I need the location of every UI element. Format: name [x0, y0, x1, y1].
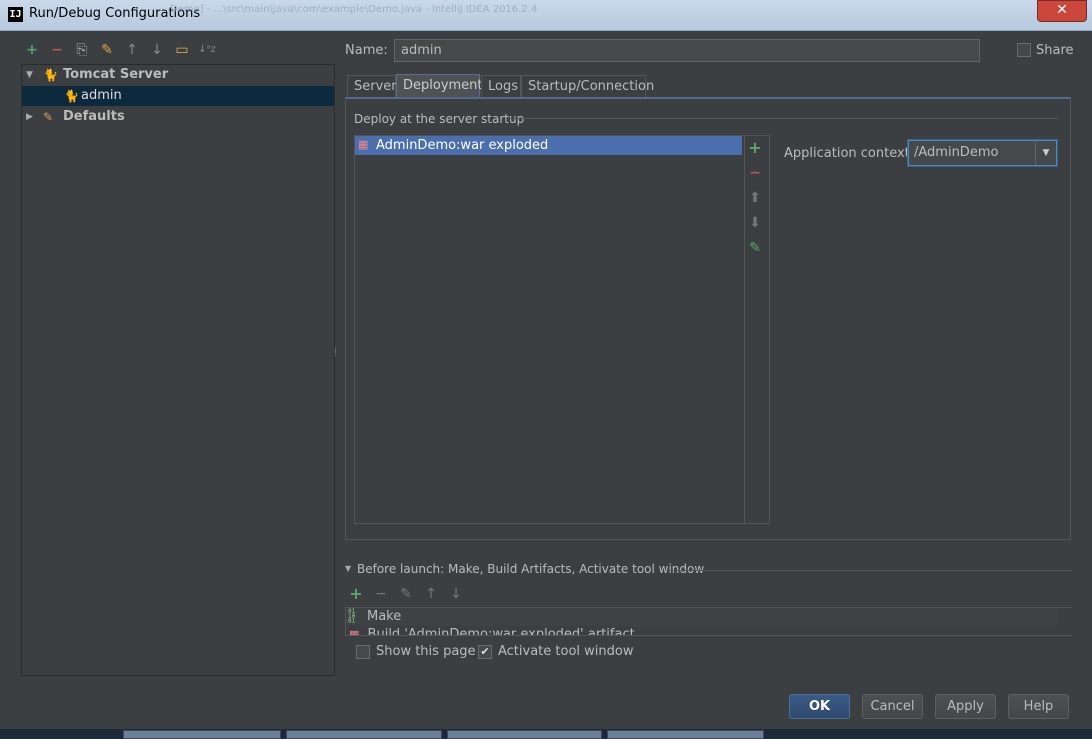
arrow-down-icon: ↓: [450, 586, 462, 602]
add-artifact-button[interactable]: +: [745, 138, 765, 158]
plus-icon: +: [349, 584, 363, 603]
edit-artifact-button[interactable]: ✎: [745, 238, 765, 258]
application-context-label: Application context:: [784, 146, 915, 161]
section-divider: [508, 118, 1058, 119]
tab-startup-connection[interactable]: Startup/Connection: [521, 75, 654, 97]
pencil-icon: ✎: [400, 586, 412, 602]
arrow-up-icon: ⬆: [749, 190, 761, 206]
application-context-combobox[interactable]: /AdminDemo ▼: [908, 140, 1057, 166]
collapse-arrow-icon[interactable]: ▶: [26, 107, 33, 127]
close-window-button[interactable]: ✕: [1037, 0, 1087, 22]
tab-deployment[interactable]: Deployment: [396, 74, 483, 97]
list-item-build-artifact[interactable]: ▦ Build 'AdminDemo:war exploded' artifac…: [349, 627, 649, 635]
list-item-artifact[interactable]: ▦ AdminDemo:war exploded: [355, 136, 742, 155]
edit-task-button[interactable]: ✎: [397, 585, 415, 603]
move-up-button[interactable]: ↑: [123, 41, 141, 59]
ok-button[interactable]: OK: [789, 694, 850, 719]
before-launch-title[interactable]: Before launch: Make, Build Artifacts, Ac…: [357, 562, 704, 576]
name-label: Name:: [345, 43, 388, 58]
war-artifact-icon: ▦: [349, 628, 360, 635]
add-task-button[interactable]: +: [347, 585, 365, 603]
arrow-up-icon: ↑: [425, 586, 437, 602]
task-label: Build 'AdminDemo:war exploded' artifact: [367, 627, 635, 635]
minus-icon: −: [749, 165, 761, 181]
deploy-section-title: Deploy at the server startup: [354, 112, 525, 126]
move-artifact-down-button[interactable]: ⬇: [745, 213, 765, 233]
artifact-list[interactable]: [354, 135, 745, 524]
sort-button[interactable]: ↓ᵃz: [198, 41, 216, 59]
make-icon: 01 10 01: [348, 608, 356, 625]
plus-icon: +: [748, 138, 762, 157]
folder-icon: ▭: [175, 42, 189, 58]
activate-tool-window-label: Activate tool window: [498, 644, 634, 659]
arrow-down-icon: ↓: [151, 42, 163, 58]
name-input[interactable]: [394, 39, 980, 62]
plus-icon: +: [26, 42, 38, 58]
create-folder-button[interactable]: ▭: [173, 41, 191, 59]
taskbar-item[interactable]: [607, 730, 764, 739]
copy-configuration-button[interactable]: ⎘: [73, 41, 91, 59]
task-label: Make: [367, 609, 402, 624]
pencil-icon: ✎: [749, 240, 761, 256]
wrench-icon: ✎: [101, 42, 113, 58]
application-context-value[interactable]: /AdminDemo: [914, 141, 998, 165]
arrow-down-icon: ⬇: [749, 215, 761, 231]
list-item-make[interactable]: 01 10 01 Make: [346, 608, 1058, 626]
move-artifact-up-button[interactable]: ⬆: [745, 188, 765, 208]
remove-task-button[interactable]: −: [372, 585, 390, 603]
tomcat-icon: 🐈: [43, 68, 58, 82]
activate-tool-window-checkbox[interactable]: ✔: [478, 645, 492, 659]
show-this-page-checkbox[interactable]: [356, 645, 370, 659]
intellij-app-icon: IJ: [8, 7, 23, 22]
cancel-button[interactable]: Cancel: [862, 694, 923, 719]
show-this-page-label: Show this page: [376, 644, 476, 659]
move-down-button[interactable]: ↓: [148, 41, 166, 59]
taskbar-item[interactable]: [123, 730, 281, 739]
title-bar: IJ Run/Debug Configurations Demo] - ...\…: [0, 0, 1092, 31]
copy-icon: ⎘: [76, 42, 88, 58]
splitter-handle[interactable]: ⁞ ⁞: [334, 346, 338, 364]
tree-item-defaults[interactable]: ▶ ✎ Defaults: [22, 107, 334, 127]
move-task-up-button[interactable]: ↑: [422, 585, 440, 603]
tree-item-label: admin: [81, 88, 122, 103]
tree-item-label: Defaults: [63, 109, 125, 124]
tab-server[interactable]: Server: [347, 75, 397, 97]
configuration-tree[interactable]: ▼ 🐈 Tomcat Server 🐈 admin ▶ ✎ Defaults: [21, 64, 335, 676]
tree-item-admin[interactable]: 🐈 admin: [22, 86, 334, 106]
expand-arrow-icon[interactable]: ▼: [26, 65, 33, 85]
dropdown-arrow-icon[interactable]: ▼: [1035, 141, 1056, 165]
apply-button[interactable]: Apply: [935, 694, 996, 719]
tree-item-tomcat-server[interactable]: ▼ 🐈 Tomcat Server: [22, 65, 334, 85]
war-artifact-icon: ▦: [358, 138, 369, 151]
tab-logs[interactable]: Logs: [481, 75, 521, 97]
help-button[interactable]: Help: [1008, 694, 1069, 719]
taskbar-item[interactable]: [286, 730, 442, 739]
background-window-title: Demo] - ...\src\main\java\com\example\De…: [170, 4, 538, 15]
move-task-down-button[interactable]: ↓: [447, 585, 465, 603]
remove-artifact-button[interactable]: −: [745, 163, 765, 183]
artifact-label: AdminDemo:war exploded: [376, 138, 549, 153]
sort-alpha-icon: ↓ᵃz: [198, 44, 216, 55]
tomcat-icon: 🐈: [64, 89, 79, 103]
wrench-icon: ✎: [43, 110, 54, 124]
before-launch-collapse-icon[interactable]: ▼: [345, 564, 351, 573]
share-checkbox[interactable]: [1017, 43, 1031, 57]
edit-defaults-button[interactable]: ✎: [98, 41, 116, 59]
taskbar-item[interactable]: [447, 730, 602, 739]
minus-icon: −: [375, 586, 387, 602]
tree-item-label: Tomcat Server: [63, 67, 169, 82]
add-configuration-button[interactable]: +: [23, 41, 41, 59]
minus-icon: −: [51, 42, 63, 58]
remove-configuration-button[interactable]: −: [48, 41, 66, 59]
checkmark-icon: ✔: [480, 645, 490, 658]
section-divider: [670, 570, 1072, 571]
arrow-up-icon: ↑: [126, 42, 138, 58]
share-label: Share: [1036, 43, 1074, 58]
